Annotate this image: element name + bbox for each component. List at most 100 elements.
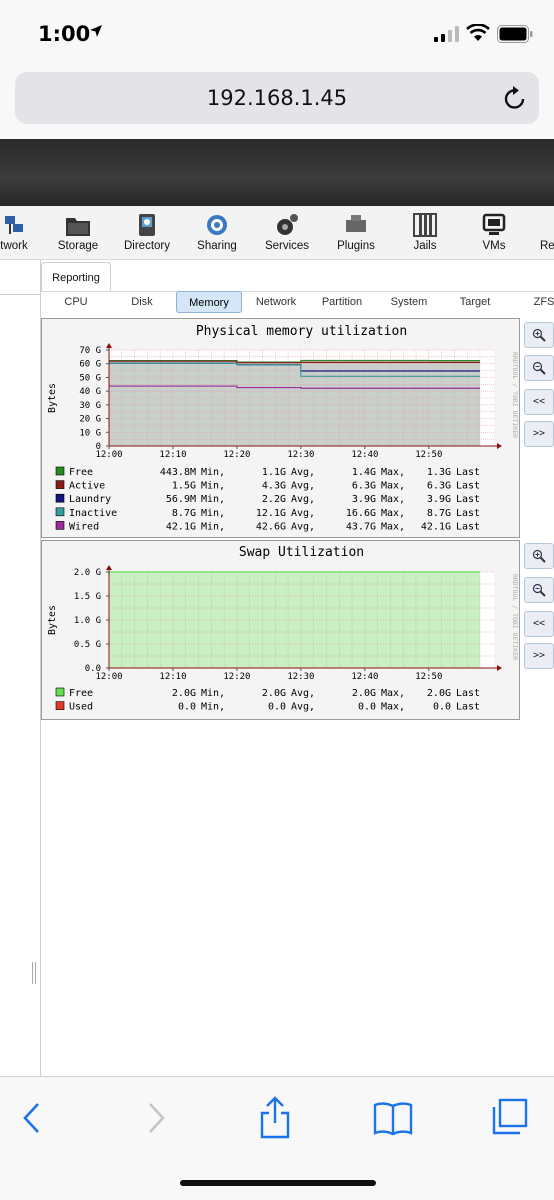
legend-max-label: Max,	[381, 481, 405, 492]
legend-max-label: Max,	[381, 521, 405, 532]
legend-avg-value: 2.0G	[262, 688, 286, 699]
subtab-cpu[interactable]: CPU	[53, 291, 99, 313]
tab-reporting[interactable]: Reporting	[41, 262, 111, 292]
swap-zoom-out-button[interactable]	[524, 577, 554, 603]
memory-back-button[interactable]: <<	[524, 389, 554, 415]
legend-avg-value: 42.6G	[256, 521, 286, 532]
subtab-zfs[interactable]: ZFS	[524, 291, 554, 313]
subtab-system[interactable]: System	[384, 291, 434, 313]
legend-last-value: 42.1G	[421, 521, 451, 532]
legend-max-value: 1.4G	[352, 467, 376, 478]
share-icon[interactable]	[258, 1095, 292, 1139]
legend-last-value: 0.0	[433, 702, 451, 713]
bookmarks-icon[interactable]	[372, 1101, 414, 1137]
x-tick-label: 12:00	[95, 672, 122, 682]
legend-min-label: Min,	[201, 702, 225, 713]
jails-icon	[413, 213, 437, 237]
legend-avg-value: 0.0	[268, 702, 286, 713]
area-fill	[109, 360, 480, 446]
legend-name: Wired	[69, 521, 99, 532]
legend-name: Laundry	[69, 494, 111, 505]
legend-name: Free	[69, 467, 93, 478]
legend-name: Active	[69, 481, 105, 492]
legend-min-label: Min,	[201, 467, 225, 478]
reload-icon[interactable]	[503, 85, 527, 111]
x-tick-label: 12:40	[351, 672, 378, 682]
subtab-target[interactable]: Target	[450, 291, 500, 313]
y-axis-label: Bytes	[47, 383, 58, 413]
subtab-partition[interactable]: Partition	[314, 291, 370, 313]
zoom-in-icon	[532, 328, 546, 342]
memory-chart: Physical memory utilization Bytes RRDTOOL …	[41, 318, 520, 538]
subtab-disk[interactable]: Disk	[119, 291, 165, 313]
legend-avg-label: Avg,	[291, 521, 315, 532]
legend-max-label: Max,	[381, 702, 405, 713]
legend-swatch-inactive	[55, 507, 65, 517]
legend-avg-value: 12.1G	[256, 508, 286, 519]
legend-max-label: Max,	[381, 467, 405, 478]
legend-avg-label: Avg,	[291, 508, 315, 519]
memory-zoom-in-button[interactable]	[524, 322, 554, 348]
legend-swatch-free	[55, 687, 65, 697]
rrdtool-watermark: RRDTOOL / TOBI OETIKER	[511, 352, 519, 438]
legend-max-label: Max,	[381, 688, 405, 699]
ios-status-bar: 1:00	[0, 0, 554, 70]
battery-icon	[497, 25, 533, 43]
swap-forward-button[interactable]: >>	[524, 643, 554, 669]
legend-avg-value: 4.3G	[262, 481, 286, 492]
legend-min-value: 42.1G	[166, 521, 196, 532]
forward-arrow-icon[interactable]	[142, 1101, 168, 1135]
rrdtool-watermark: RRDTOOL / TOBI OETIKER	[511, 574, 519, 660]
subtab-memory[interactable]: Memory	[176, 291, 242, 313]
legend-min-value: 2.0G	[172, 688, 196, 699]
safari-address-area: 192.168.1.45	[0, 70, 554, 140]
memory-zoom-out-button[interactable]	[524, 355, 554, 381]
legend-min-value: 8.7G	[172, 508, 196, 519]
back-arrow-icon[interactable]	[20, 1101, 46, 1135]
toolbar-jails[interactable]: Jails	[398, 206, 452, 260]
zoom-out-icon	[532, 361, 546, 375]
y-tick-label: 0.5 G	[74, 640, 101, 650]
home-indicator	[180, 1180, 376, 1186]
swap-zoom-in-button[interactable]	[524, 543, 554, 569]
tabs-icon[interactable]	[490, 1097, 530, 1137]
y-tick-label: 60 G	[79, 360, 101, 370]
subtab-network[interactable]: Network	[248, 291, 304, 313]
y-tick-label: 20 G	[79, 415, 101, 425]
legend-min-value: 1.5G	[172, 481, 196, 492]
address-bar[interactable]: 192.168.1.45	[15, 72, 539, 124]
swap-back-button[interactable]: <<	[524, 611, 554, 637]
toolbar-network[interactable]: twork	[0, 206, 42, 260]
legend-swatch-wired	[55, 521, 65, 530]
directory-icon	[139, 214, 155, 236]
swap-chart: Swap Utilization Bytes RRDTOOL / TOBI OETI…	[41, 540, 520, 720]
legend-min-label: Min,	[201, 494, 225, 505]
memory-forward-button[interactable]: >>	[524, 421, 554, 447]
toolbar-vms[interactable]: VMs	[466, 206, 522, 260]
legend-last-value: 8.7G	[427, 508, 451, 519]
legend-swatch-free	[55, 466, 65, 476]
legend-last-label: Last	[456, 688, 480, 699]
toolbar-storage[interactable]: Storage	[48, 206, 108, 260]
legend-last-value: 3.9G	[427, 494, 451, 505]
x-tick-label: 12:00	[95, 450, 122, 460]
toolbar-services[interactable]: Services	[256, 206, 318, 260]
freenas-header	[0, 139, 554, 206]
y-tick-label: 70 G	[79, 346, 101, 356]
status-time: 1:00	[38, 22, 91, 46]
memory-graph: Physical memory utilization Bytes RRDTOOL …	[41, 318, 520, 538]
vms-icon	[482, 213, 506, 235]
toolbar-reporting[interactable]: Re	[530, 206, 554, 260]
toolbar-plugins[interactable]: Plugins	[326, 206, 386, 260]
legend-min-label: Min,	[201, 521, 225, 532]
x-tick-label: 12:20	[223, 450, 250, 460]
zoom-in-icon	[532, 549, 546, 563]
toolbar-sharing[interactable]: Sharing	[188, 206, 246, 260]
swap-graph: Swap Utilization Bytes RRDTOOL / TOBI OETI…	[41, 540, 520, 720]
toolbar-directory[interactable]: Directory	[116, 206, 178, 260]
sharing-icon	[207, 215, 227, 235]
legend-avg-label: Avg,	[291, 688, 315, 699]
legend-max-value: 16.6G	[346, 508, 376, 519]
url-text[interactable]: 192.168.1.45	[15, 86, 539, 110]
panel-splitter-handle[interactable]	[32, 962, 36, 984]
